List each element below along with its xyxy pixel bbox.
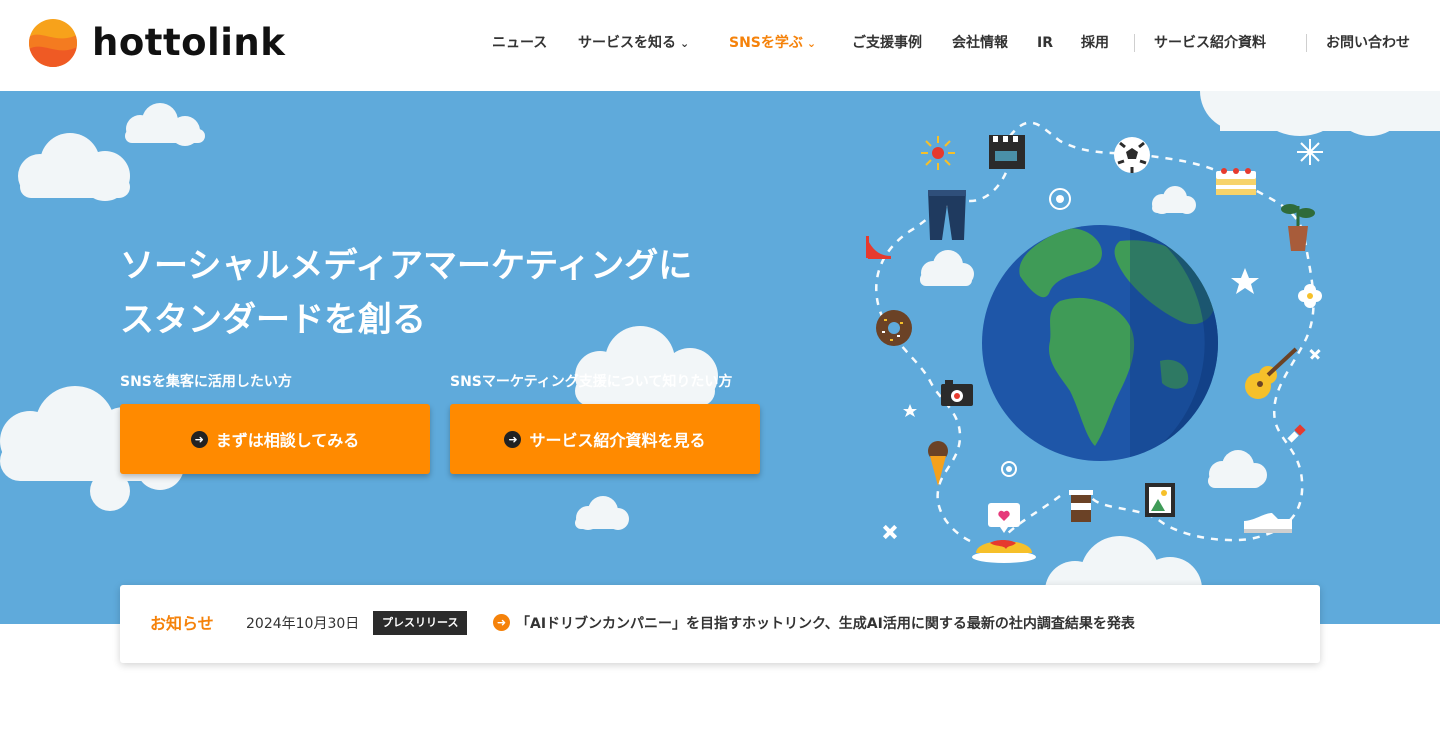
nav-divider xyxy=(1134,34,1135,52)
cta-caption-docs: SNSマーケティング支援について知りたい方 xyxy=(450,374,733,390)
globe-icon xyxy=(982,225,1218,461)
nav-item-services[interactable]: サービスを知る ⌄ xyxy=(578,30,689,57)
guitar-icon xyxy=(1245,347,1298,399)
service-docs-button-label: サービス紹介資料を見る xyxy=(529,431,706,450)
news-heading: お知らせ xyxy=(150,614,214,633)
hero-title-line: ソーシャルメディアマーケティングに xyxy=(120,246,693,286)
picture-frame-icon xyxy=(1145,483,1175,517)
arrow-right-icon: ➜ xyxy=(493,614,510,631)
flower-icon xyxy=(1298,284,1322,308)
nav-item-news[interactable]: ニュース xyxy=(492,30,547,56)
cloud xyxy=(1152,186,1196,214)
news-date: 2024年10月30日 xyxy=(246,616,360,632)
bone-icon xyxy=(882,524,898,540)
chevron-down-icon: ⌄ xyxy=(806,37,817,50)
service-docs-button[interactable]: ➜ サービス紹介資料を見る xyxy=(450,404,760,474)
nav-item-contact[interactable]: お問い合わせ xyxy=(1326,30,1410,56)
cloud xyxy=(575,496,629,530)
news-category-badge: プレスリリース xyxy=(373,611,468,635)
arrow-right-icon: ➜ xyxy=(190,430,208,448)
jeans-icon xyxy=(928,190,966,240)
star-small-icon xyxy=(903,404,917,417)
target-icon xyxy=(1049,188,1071,210)
hero: ソーシャルメディアマーケティングに スタンダードを創る SNSを集客に活用したい… xyxy=(0,91,1440,624)
cloud xyxy=(18,133,130,201)
sneaker-icon xyxy=(1244,513,1292,533)
snowflake-icon xyxy=(1297,139,1323,165)
news-headline-link[interactable]: 「AIドリブンカンパニー」を目指すホットリンク、生成AI活用に関する最新の社内調… xyxy=(516,612,1135,636)
cloud xyxy=(1208,450,1267,488)
sun-icon xyxy=(921,136,955,170)
hero-illustration xyxy=(0,91,1440,624)
nav-item-recruit[interactable]: 採用 xyxy=(1081,30,1109,56)
heart-bubble-icon xyxy=(988,503,1020,533)
donut-icon xyxy=(876,310,912,346)
chevron-down-icon: ⌄ xyxy=(680,37,690,50)
cloud xyxy=(125,103,205,146)
page: hottolink ニュース サービスを知る ⌄ SNSを学ぶ ⌄ ご支援事例 会社… xyxy=(0,0,1440,739)
target-small-icon xyxy=(1001,461,1017,477)
nav-item-company[interactable]: 会社情報 xyxy=(952,30,1008,56)
main-nav: ニュース サービスを知る ⌄ SNSを学ぶ ⌄ ご支援事例 会社情報 IR 採用 サ… xyxy=(0,30,1440,56)
lipstick-icon xyxy=(1287,424,1306,443)
site-header: hottolink ニュース サービスを知る ⌄ SNSを学ぶ ⌄ ご支援事例 会社… xyxy=(0,0,1440,91)
hero-title: ソーシャルメディアマーケティングに スタンダードを創る xyxy=(120,239,800,347)
omelette-rice-icon xyxy=(972,540,1036,563)
cloud xyxy=(920,250,974,286)
nav-item-service-docs[interactable]: サービス紹介資料 xyxy=(1154,30,1266,56)
news-bar: お知らせ 2024年10月30日 プレスリリース ➜ 「AIドリブンカンパニー」… xyxy=(120,585,1320,663)
soccer-ball-icon xyxy=(1114,137,1150,173)
hero-title-line: スタンダードを創る xyxy=(120,300,426,340)
clapperboard-icon xyxy=(989,135,1025,169)
nav-item-case-studies[interactable]: ご支援事例 xyxy=(852,30,922,56)
nav-item-learn-sns[interactable]: SNSを学ぶ ⌄ xyxy=(729,30,816,57)
nav-divider xyxy=(1306,34,1307,52)
high-heel-icon xyxy=(866,236,891,259)
ice-cream-icon xyxy=(928,441,948,486)
arrow-right-icon: ➜ xyxy=(504,430,522,448)
cta-caption-consult: SNSを集客に活用したい方 xyxy=(120,374,292,390)
plant-icon xyxy=(1281,204,1315,251)
consult-button[interactable]: ➜ まずは相談してみる xyxy=(120,404,430,474)
cloud xyxy=(1200,91,1440,136)
consult-button-label: まずは相談してみる xyxy=(215,431,360,450)
cake-icon xyxy=(1216,168,1256,195)
coffee-cup-icon xyxy=(1069,490,1093,522)
star-icon xyxy=(1231,268,1259,294)
camera-icon xyxy=(941,380,973,406)
nav-item-ir[interactable]: IR xyxy=(1037,30,1053,56)
bone-icon xyxy=(1309,349,1321,360)
